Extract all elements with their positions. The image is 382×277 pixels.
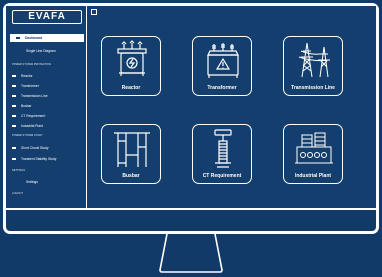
card-busbar[interactable]: Busbar	[101, 124, 161, 184]
sidebar-item-reactor[interactable]: Reactor	[12, 72, 33, 80]
reactor-menu-icon	[12, 75, 16, 77]
card-label-reactor: Reactor	[121, 85, 141, 91]
section-label-protection: POWER SYSTEM PROTECTION	[12, 63, 51, 66]
transmission-menu-icon	[12, 95, 16, 97]
logout-link[interactable]: LOGOUT	[12, 192, 23, 195]
menu-toggle-icon[interactable]	[91, 9, 97, 15]
sidebar-item-dashboard[interactable]: Dashboard	[10, 34, 84, 42]
sidebar-item-industrial-plant[interactable]: Industrial Plant	[12, 122, 43, 130]
busbar-menu-icon	[12, 105, 16, 107]
transformer-menu-icon	[12, 85, 16, 87]
sidebar-item-single-line-diagram[interactable]: Single Line Diagram	[26, 47, 56, 55]
sidebar-item-busbar[interactable]: Busbar	[12, 102, 31, 110]
dashboard-icon	[16, 37, 20, 39]
card-label-busbar: Busbar	[122, 173, 140, 179]
sidebar-item-transformer[interactable]: Transformer	[12, 82, 39, 90]
card-label-industrial-plant: Industrial Plant	[294, 173, 332, 179]
monitor-chin	[6, 210, 376, 231]
short-circuit-menu-icon	[12, 147, 16, 149]
card-label-transformer: Transformer	[207, 85, 237, 91]
monitor: EVAFA Dashboard Single Line Diagram POWE…	[3, 3, 379, 234]
card-label-transmission-line: Transmission Line	[291, 85, 335, 91]
app-logo[interactable]: EVAFA	[12, 10, 82, 24]
sidebar-item-ct-requirement[interactable]: CT Requirement	[12, 112, 45, 120]
card-ct-requirement[interactable]: CT Requirement	[192, 124, 252, 184]
sidebar-item-short-circuit-study[interactable]: Short Circuit Study	[12, 144, 48, 152]
card-transformer[interactable]: Transformer	[192, 36, 252, 96]
sidebar-item-settings[interactable]: Settings	[26, 178, 38, 186]
stability-menu-icon	[12, 158, 16, 160]
section-label-study: POWER SYSTEM STUDY	[12, 134, 43, 137]
card-industrial-plant[interactable]: Industrial Plant	[283, 124, 343, 184]
sidebar-item-transmission-line[interactable]: Transmission Line	[12, 92, 48, 100]
card-transmission-line[interactable]: Transmission Line	[283, 36, 343, 96]
plant-menu-icon	[12, 125, 16, 127]
monitor-stand	[159, 234, 223, 273]
sidebar-item-transient-stability-study[interactable]: Transient Stability Study	[12, 155, 56, 163]
section-label-settings: SETTINGS	[12, 169, 25, 172]
sidebar: EVAFA Dashboard Single Line Diagram POWE…	[6, 6, 87, 208]
card-label-ct-requirement: CT Requirement	[202, 173, 242, 179]
ct-menu-icon	[12, 115, 16, 117]
screen: EVAFA Dashboard Single Line Diagram POWE…	[6, 6, 376, 208]
card-reactor[interactable]: Reactor	[101, 36, 161, 96]
